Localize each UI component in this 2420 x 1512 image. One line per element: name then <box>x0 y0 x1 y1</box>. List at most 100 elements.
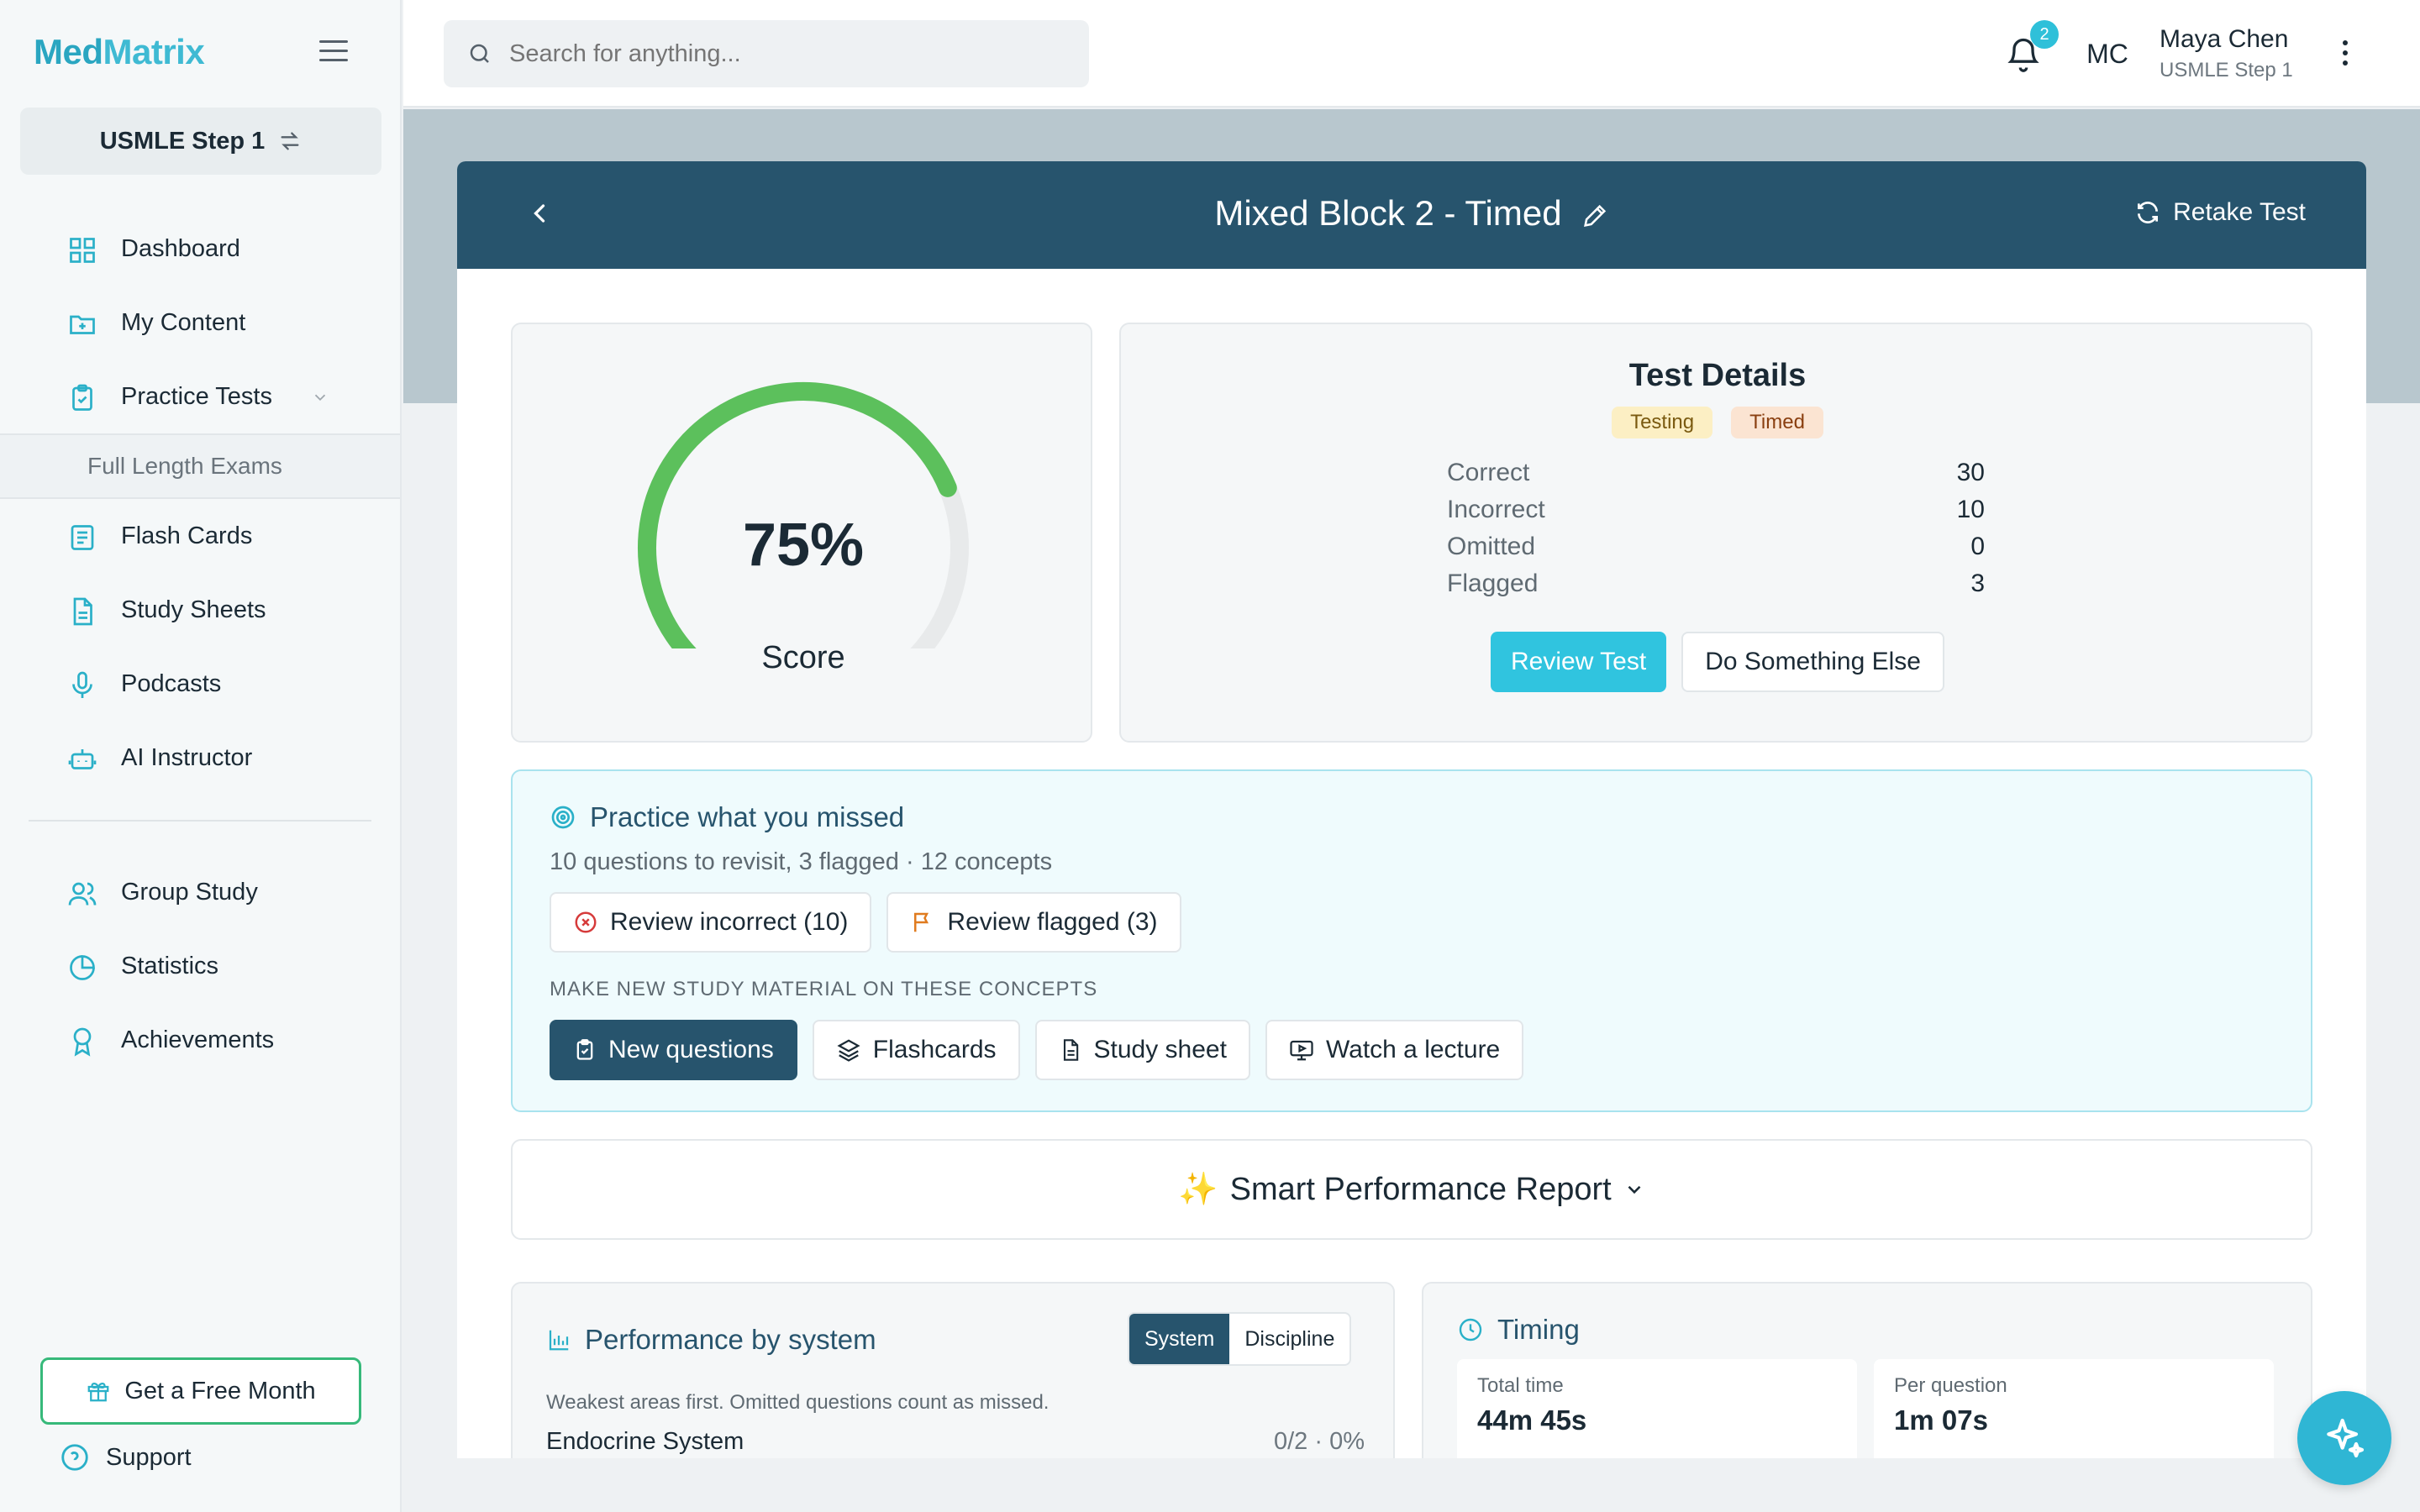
search-icon <box>470 44 489 63</box>
stat-value: 30 <box>1956 459 1985 486</box>
missed-title-text: Practice what you missed <box>590 801 905 832</box>
practice-missed-panel: Practice what you missed 10 questions to… <box>511 769 2312 1112</box>
document-icon <box>73 597 92 626</box>
chevron-down-icon <box>1628 1185 1641 1194</box>
study-material-actions: New questions Flashcards Study sheet Wat… <box>550 1020 1524 1080</box>
review-test-button[interactable]: Review Test <box>1491 632 1667 692</box>
performance-row[interactable]: Endocrine System 0/2 · 0% <box>546 1428 1365 1456</box>
logo-text-matrix: Matrix <box>103 32 205 71</box>
total-time-box: Total time 44m 45s <box>1457 1359 1857 1458</box>
timing-title-text: Timing <box>1497 1314 1580 1345</box>
tag-timed: Timed <box>1731 407 1823 438</box>
search-input[interactable] <box>509 39 1047 68</box>
avatar[interactable]: MC <box>2082 29 2133 79</box>
refresh-icon <box>2138 202 2159 223</box>
timing-panel: Timing Total time 44m 45s Per question 1… <box>1422 1282 2312 1458</box>
tab-system[interactable]: System <box>1129 1314 1230 1364</box>
grid-icon <box>70 238 95 263</box>
sidebar-item-achievements[interactable]: Achievements <box>0 1003 400 1077</box>
chevron-down-icon[interactable] <box>311 388 329 407</box>
exam-switch-button[interactable]: USMLE Step 1 <box>20 108 381 175</box>
performance-title: Performance by system <box>546 1324 876 1356</box>
flashcards-button[interactable]: Flashcards <box>812 1020 1020 1080</box>
watch-lecture-label: Watch a lecture <box>1325 1036 1501 1063</box>
flashcards-label: Flashcards <box>872 1036 997 1063</box>
sidebar-subitem-full-length-exams[interactable]: Full Length Exams <box>0 433 400 499</box>
sidebar-item-my-content[interactable]: My Content <box>0 286 400 360</box>
sidebar-item-label: Flash Cards <box>121 522 253 549</box>
stat-value: 0 <box>1970 533 1985 560</box>
sidebar-item-ai-instructor[interactable]: AI Instructor <box>0 721 400 795</box>
edit-pencil-icon[interactable] <box>1581 202 1609 230</box>
system-name: Endocrine System <box>546 1428 744 1455</box>
stat-label: Correct <box>1447 459 1530 486</box>
review-incorrect-button[interactable]: Review incorrect (10) <box>550 892 872 953</box>
stat-label: Flagged <box>1447 570 1539 597</box>
stat-row-flagged: Flagged 3 <box>1447 570 1985 606</box>
total-time-value: 44m 45s <box>1477 1404 1587 1436</box>
sidebar-item-statistics[interactable]: Statistics <box>0 929 400 1003</box>
tag-testing: Testing <box>1612 407 1713 438</box>
bar-chart-icon <box>549 1330 569 1351</box>
sidebar-item-flash-cards[interactable]: Flash Cards <box>0 499 400 573</box>
score-label: Score <box>761 640 845 675</box>
watch-lecture-button[interactable]: Watch a lecture <box>1265 1020 1524 1080</box>
new-questions-label: New questions <box>608 1036 774 1063</box>
missed-title: Practice what you missed <box>550 801 904 833</box>
performance-title-text: Performance by system <box>585 1324 876 1355</box>
document-icon <box>1063 1039 1078 1061</box>
logo-text-med: Med <box>34 32 103 71</box>
review-incorrect-label: Review incorrect (10) <box>610 908 849 936</box>
review-flagged-button[interactable]: Review flagged (3) <box>886 892 1181 953</box>
performance-subtitle: Weakest areas first. Omitted questions c… <box>546 1391 1050 1414</box>
sidebar-item-study-sheets[interactable]: Study Sheets <box>0 573 400 647</box>
more-options-icon[interactable] <box>2343 40 2351 71</box>
new-questions-button[interactable]: New questions <box>550 1020 797 1080</box>
logo[interactable]: MedMatrix <box>34 32 205 72</box>
total-time-label: Total time <box>1477 1374 1564 1397</box>
test-stats: Correct 30 Incorrect 10 Omitted 0 Flagged 3 <box>1447 459 1985 606</box>
stat-value: 10 <box>1956 496 1985 523</box>
retake-test-button[interactable]: Retake Test <box>2134 198 2306 227</box>
support-link[interactable]: Support <box>59 1441 192 1473</box>
hamburger-menu-icon[interactable] <box>319 40 348 64</box>
sidebar-item-dashboard[interactable]: Dashboard <box>0 212 400 286</box>
sidebar-item-label: AI Instructor <box>121 743 253 771</box>
study-sheet-button[interactable]: Study sheet <box>1034 1020 1250 1080</box>
get-free-month-button[interactable]: Get a Free Month <box>40 1357 361 1425</box>
test-result-card: Mixed Block 2 - Timed Retake Test 75% Sc… <box>457 161 2366 1458</box>
tab-discipline[interactable]: Discipline <box>1229 1314 1349 1364</box>
score-panel: 75% Score <box>511 323 1092 743</box>
smart-performance-report-toggle[interactable]: ✨ Smart Performance Report <box>511 1139 2312 1240</box>
score-value: 75% <box>742 512 865 579</box>
do-something-else-button[interactable]: Do Something Else <box>1681 632 1944 692</box>
sidebar-item-label: Statistics <box>121 952 219 979</box>
per-question-value: 1m 07s <box>1894 1404 1988 1436</box>
layers-icon <box>837 1039 860 1062</box>
details-actions: Review Test Do Something Else <box>1121 632 2314 692</box>
user-exam: USMLE Step 1 <box>2160 59 2293 81</box>
concept-label: MAKE NEW STUDY MATERIAL ON THESE CONCEPT… <box>550 978 1098 1000</box>
search-box[interactable] <box>444 20 1089 87</box>
sidebar-item-group-study[interactable]: Group Study <box>0 855 400 929</box>
test-title: Mixed Block 2 - Timed <box>457 193 2366 234</box>
monitor-play-icon <box>1290 1040 1313 1061</box>
free-month-label: Get a Free Month <box>124 1377 316 1404</box>
stat-label: Incorrect <box>1447 496 1545 523</box>
sidebar-item-practice-tests[interactable]: Practice Tests <box>0 360 400 433</box>
gift-icon <box>87 1382 109 1402</box>
stat-value: 3 <box>1970 570 1985 597</box>
sidebar-item-label: Group Study <box>121 878 258 906</box>
cards-icon <box>71 525 94 550</box>
test-header: Mixed Block 2 - Timed Retake Test <box>457 161 2366 269</box>
clipboard-check-icon <box>72 384 92 411</box>
sparkle-icon: ✨ <box>1178 1172 1218 1207</box>
x-circle-icon <box>575 911 597 933</box>
clipboard-icon <box>576 1039 593 1060</box>
ai-assistant-button[interactable] <box>2297 1391 2391 1485</box>
sidebar: MedMatrix USMLE Step 1 Dashboard My Cont… <box>0 0 402 1512</box>
sidebar-item-podcasts[interactable]: Podcasts <box>0 647 400 721</box>
user-name: Maya Chen <box>2160 25 2289 53</box>
sidebar-item-label: Full Length Exams <box>87 453 282 479</box>
clock-icon <box>1459 1318 1482 1341</box>
